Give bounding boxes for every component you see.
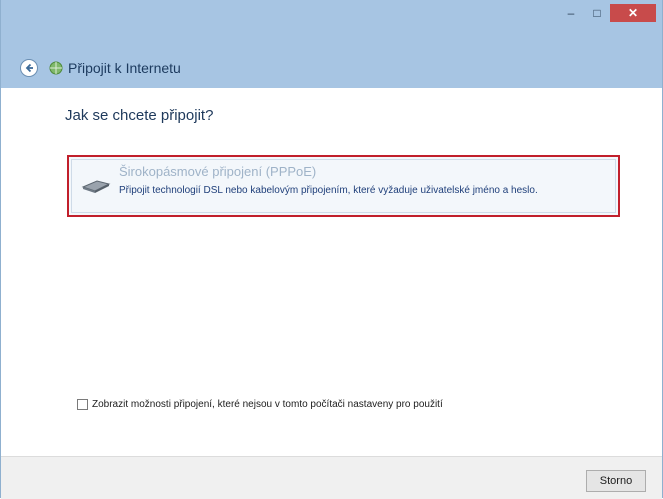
wizard-title: Připojit k Internetu xyxy=(68,60,181,76)
page-title: Jak se chcete připojit? xyxy=(65,107,214,124)
option-title: Širokopásmové připojení (PPPoE) xyxy=(119,164,317,179)
show-unconfigured-options-checkbox[interactable] xyxy=(77,399,88,410)
close-icon: ✕ xyxy=(627,6,639,20)
minimize-button[interactable]: – xyxy=(558,4,584,22)
network-globe-icon xyxy=(49,61,63,75)
option-description: Připojit technologií DSL nebo kabelovým … xyxy=(119,185,538,196)
wizard-content: Jak se chcete připojit? Širokopásmové př… xyxy=(1,88,662,456)
title-bar: – □ ✕ xyxy=(1,0,662,48)
checkbox-label: Zobrazit možnosti připojení, které nejso… xyxy=(92,399,443,410)
connect-to-internet-window: – □ ✕ Připojit k Internetu Jak se chcete… xyxy=(0,0,663,499)
wizard-header: Připojit k Internetu xyxy=(1,48,662,88)
cancel-button[interactable]: Storno xyxy=(586,470,646,492)
minimize-icon: – xyxy=(567,6,575,20)
window-controls: – □ ✕ xyxy=(558,4,656,22)
back-arrow-icon xyxy=(25,63,33,73)
button-bar: Storno xyxy=(1,456,662,499)
maximize-button[interactable]: □ xyxy=(584,4,610,22)
modem-icon xyxy=(81,180,111,193)
back-button[interactable] xyxy=(20,59,38,77)
maximize-icon: □ xyxy=(593,6,601,20)
show-unconfigured-options-row[interactable]: Zobrazit možnosti připojení, které nejso… xyxy=(77,399,443,410)
close-button[interactable]: ✕ xyxy=(610,4,656,22)
pppoe-connection-option[interactable]: Širokopásmové připojení (PPPoE) Připojit… xyxy=(67,155,620,217)
